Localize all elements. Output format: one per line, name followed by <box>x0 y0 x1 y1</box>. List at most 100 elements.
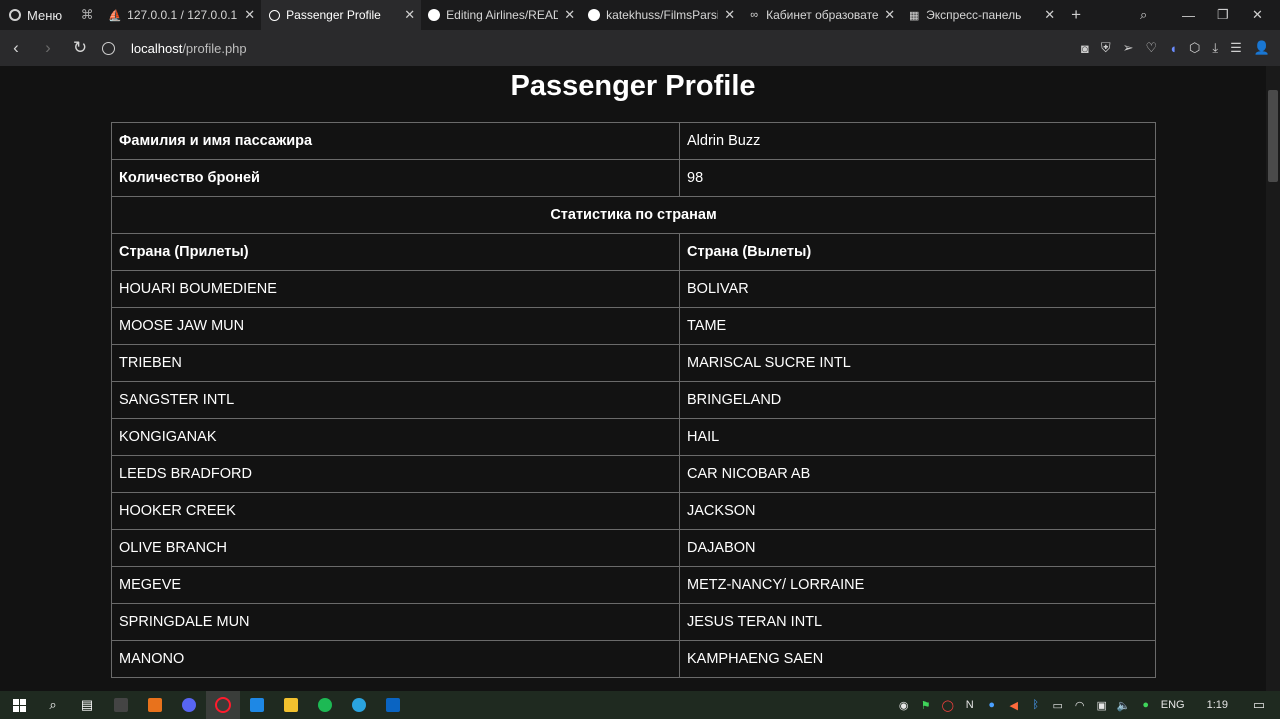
windows-start-icon[interactable] <box>2 691 36 719</box>
task-view-icon[interactable]: ▤ <box>70 691 104 719</box>
close-tab-icon[interactable]: ✕ <box>1044 7 1055 23</box>
table-row: Фамилия и имя пассажира Aldrin Buzz <box>111 122 1156 160</box>
notifications-icon[interactable]: ▭ <box>1252 697 1266 712</box>
opera-taskbar-icon[interactable] <box>206 691 240 719</box>
departure-cell: BRINGELAND <box>679 381 1156 419</box>
departure-cell: TAME <box>679 307 1156 345</box>
spotify-icon[interactable] <box>308 691 342 719</box>
adblock-shield-icon[interactable]: ⛨ <box>1101 40 1111 56</box>
close-tab-icon[interactable]: ✕ <box>724 7 735 23</box>
tab-cabinet[interactable]: ∞ Кабинет образователь ✕ <box>741 0 901 30</box>
arrivals-header: Страна (Прилеты) <box>111 233 680 271</box>
tab-phpmyadmin[interactable]: ⛵ 127.0.0.1 / 127.0.0.1 / ✕ <box>102 0 261 30</box>
player-icon[interactable]: ◖ <box>1169 41 1177 56</box>
table-row: OLIVE BRANCH DAJABON <box>111 529 1156 567</box>
downloads-icon[interactable]: ⤓ <box>1212 40 1218 56</box>
close-tab-icon[interactable]: ✕ <box>244 7 255 23</box>
search-icon[interactable]: ⌕ <box>36 691 70 719</box>
language-indicator[interactable]: ENG <box>1161 699 1185 711</box>
scrollbar-thumb[interactable] <box>1268 90 1278 182</box>
table-row: KONGIGANAK HAIL <box>111 418 1156 456</box>
table-row: HOOKER CREEK JACKSON <box>111 492 1156 530</box>
table-row: Статистика по странам <box>111 196 1156 234</box>
speaker-app-tray-icon[interactable]: ◀ <box>1007 698 1021 712</box>
vscode-icon[interactable] <box>240 691 274 719</box>
arrival-cell: TRIEBEN <box>111 344 680 382</box>
departure-cell: JACKSON <box>679 492 1156 530</box>
grid-icon: ▦ <box>908 9 920 22</box>
restore-button[interactable]: ❐ <box>1217 0 1229 30</box>
bluetooth-icon[interactable]: ᛒ <box>1029 698 1043 712</box>
arrival-cell: LEEDS BRADFORD <box>111 455 680 493</box>
send-icon[interactable]: ➢ <box>1123 40 1134 56</box>
departure-cell: DAJABON <box>679 529 1156 567</box>
departure-cell: BOLIVAR <box>679 270 1156 308</box>
minimize-button[interactable]: — <box>1182 0 1195 30</box>
opera-logo-icon <box>9 9 21 21</box>
tab-express-panel[interactable]: ▦ Экспресс-панель ✕ <box>901 0 1061 30</box>
search-tabs-icon[interactable]: ⌕ <box>1140 0 1147 30</box>
table-row: SPRINGDALE MUN JESUS TERAN INTL <box>111 603 1156 641</box>
opera-menu-button[interactable]: Меню <box>0 0 72 30</box>
url-path: /profile.php <box>182 40 247 56</box>
discord-tray-icon[interactable]: ◉ <box>897 698 911 712</box>
table-row: Количество броней 98 <box>111 159 1156 197</box>
wifi-icon[interactable]: ◠ <box>1073 698 1087 712</box>
departure-cell: MARISCAL SUCRE INTL <box>679 344 1156 382</box>
page-scrollbar[interactable] <box>1266 66 1280 691</box>
arrival-cell: KONGIGANAK <box>111 418 680 456</box>
arrival-cell: HOUARI BOUMEDIENE <box>111 270 680 308</box>
tab-title: Passenger Profile <box>286 8 381 22</box>
close-tab-icon[interactable]: ✕ <box>404 7 415 23</box>
file-explorer-icon[interactable] <box>274 691 308 719</box>
departure-cell: HAIL <box>679 418 1156 456</box>
tab-title: 127.0.0.1 / 127.0.0.1 / <box>127 8 239 22</box>
departure-cell: METZ-NANCY/ LORRAINE <box>679 566 1156 604</box>
gamepad-icon[interactable]: ⌘ <box>72 7 102 23</box>
url-field[interactable]: localhost/profile.php <box>102 41 247 56</box>
arrival-cell: MANONO <box>111 640 680 678</box>
forward-button[interactable]: › <box>32 38 64 58</box>
opera-tray-icon[interactable]: ◯ <box>941 698 955 712</box>
battery-icon[interactable]: ▭ <box>1051 698 1065 712</box>
table-row: SANGSTER INTL BRINGELAND <box>111 381 1156 419</box>
url-host: localhost <box>131 40 183 56</box>
tab-editing-airlines[interactable]: Editing Airlines/READM ✕ <box>421 0 581 30</box>
volume-muted-icon[interactable]: 🔈 <box>1117 698 1131 712</box>
reload-button[interactable]: ↻ <box>64 38 96 58</box>
profile-icon[interactable]: 👤 <box>1254 40 1270 56</box>
arrival-cell: MOOSE JAW MUN <box>111 307 680 345</box>
tab-title: Экспресс-панель <box>926 8 1022 22</box>
site-info-icon[interactable] <box>102 41 115 55</box>
departure-cell: CAR NICOBAR AB <box>679 455 1156 493</box>
security-tray-icon[interactable]: ▣ <box>1095 698 1109 712</box>
tab-title: Кабинет образователь <box>766 8 879 22</box>
clock[interactable]: 1:19 <box>1207 699 1228 711</box>
easy-setup-icon[interactable]: ☰ <box>1230 40 1242 56</box>
outlook-icon[interactable] <box>376 691 410 719</box>
arrival-cell: SPRINGDALE MUN <box>111 603 680 641</box>
close-window-button[interactable]: ✕ <box>1252 0 1263 30</box>
green-tray-icon[interactable]: ● <box>1139 698 1153 712</box>
notion-tray-icon[interactable]: N <box>963 698 977 712</box>
address-bar: ‹ › ↻ localhost/profile.php ◙ ⛨ ➢ ♡ ◖ ⬡ … <box>0 30 1280 66</box>
close-tab-icon[interactable]: ✕ <box>564 7 575 23</box>
telegram-icon[interactable] <box>342 691 376 719</box>
extensions-cube-icon[interactable]: ⬡ <box>1189 40 1200 56</box>
heart-bookmark-icon[interactable]: ♡ <box>1146 40 1158 56</box>
tab-films-parsing[interactable]: katekhuss/FilmsParsing ✕ <box>581 0 741 30</box>
back-button[interactable]: ‹ <box>0 38 32 58</box>
windows-taskbar: ⌕ ▤ ◉ ⚑ ◯ N ● ◀ ᛒ ▭ ◠ ▣ 🔈 ● ENG 1:19 ▭ <box>0 691 1280 719</box>
snapshot-icon[interactable]: ◙ <box>1081 41 1089 56</box>
table-row: MANONO KAMPHAENG SAEN <box>111 640 1156 678</box>
orange-app-icon[interactable] <box>138 691 172 719</box>
address-bar-tools: ◙ ⛨ ➢ ♡ ◖ ⬡ ⤓ ☰ 👤 <box>1081 30 1270 66</box>
new-tab-button[interactable]: + <box>1061 5 1091 25</box>
globe-tray-icon[interactable]: ● <box>985 698 999 712</box>
flag-tray-icon[interactable]: ⚑ <box>919 698 933 712</box>
notion-icon[interactable] <box>104 691 138 719</box>
close-tab-icon[interactable]: ✕ <box>884 7 895 23</box>
name-label: Фамилия и имя пассажира <box>111 122 680 160</box>
discord-icon[interactable] <box>172 691 206 719</box>
tab-passenger-profile[interactable]: Passenger Profile ✕ <box>261 0 422 30</box>
